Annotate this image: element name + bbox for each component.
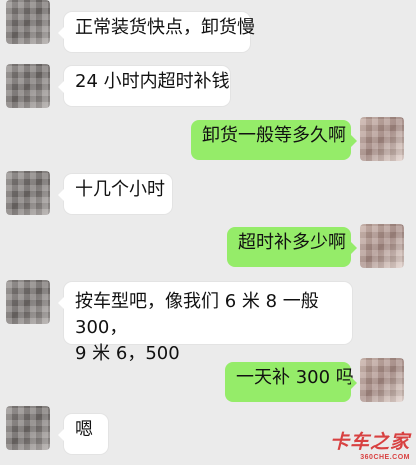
message-bubble-4: 十几个小时 (58, 174, 172, 214)
user-avatar[interactable] (360, 358, 404, 402)
contact-avatar[interactable] (6, 0, 50, 44)
message-text-4: 十几个小时 (75, 179, 165, 200)
message-bubble-8: 嗯 (58, 414, 108, 454)
message-bubble-6: 按车型吧，像我们 6 米 8 一般 300， 9 米 6，500 (58, 282, 352, 364)
message-text-7: 一天补 300 吗 (236, 367, 354, 388)
user-avatar[interactable] (360, 117, 404, 161)
message-text-6-line-1: 按车型吧，像我们 6 米 8 一般 300， (75, 291, 319, 338)
contact-avatar[interactable] (6, 64, 50, 108)
message-bubble-2: 24 小时内超时补钱 (58, 66, 230, 106)
watermark-title: 卡车之家 (329, 432, 410, 453)
message-text-5: 超时补多少啊 (238, 232, 346, 253)
contact-avatar[interactable] (6, 171, 50, 215)
contact-avatar[interactable] (6, 406, 50, 450)
watermark-site: 360CHE.COM (360, 454, 410, 461)
message-text-8: 嗯 (75, 419, 93, 440)
message-bubble-3: 卸货一般等多久啊 (191, 120, 357, 160)
message-text-3: 卸货一般等多久啊 (202, 125, 346, 146)
watermark-logo: 卡车之家 360CHE.COM (330, 433, 410, 461)
message-text-2: 24 小时内超时补钱 (75, 71, 230, 92)
chat-thread: 正常装货快点，卸货慢 24 小时内超时补钱 卸货一般等多久啊 十几个小时 超时补… (0, 0, 416, 465)
message-bubble-7: 一天补 300 吗 (225, 362, 357, 402)
contact-avatar[interactable] (6, 280, 50, 324)
message-text-1: 正常装货快点，卸货慢 (75, 17, 255, 38)
user-avatar[interactable] (360, 224, 404, 268)
message-bubble-1: 正常装货快点，卸货慢 (58, 12, 255, 52)
message-bubble-5: 超时补多少啊 (227, 227, 357, 267)
